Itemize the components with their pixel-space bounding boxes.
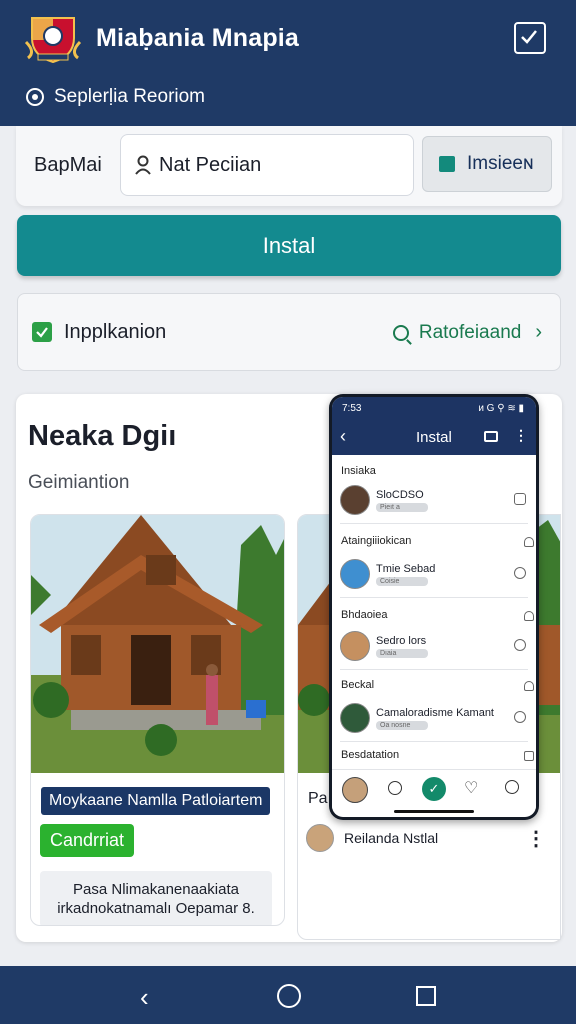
search-label: BapMai: [34, 154, 102, 176]
person-icon[interactable]: [524, 681, 534, 691]
phone-list-item[interactable]: Tmie Sebad Coisie: [340, 559, 528, 593]
back-icon[interactable]: ‹: [140, 982, 149, 1013]
status-badge: Candrriat: [40, 824, 135, 857]
option-link-label: Ratofeiaand: [418, 321, 522, 343]
place-card[interactable]: Moykaane Namlla Patloiartem Candrriat Pa…: [30, 514, 285, 926]
filter-button[interactable]: Imsieeɴ: [422, 136, 552, 192]
item-name: Sedro lors: [376, 635, 427, 647]
search-icon: [392, 324, 409, 341]
more-vert-icon[interactable]: ⋮: [514, 427, 528, 444]
avatar: [340, 559, 370, 589]
phone-section-label: Insiaka: [341, 465, 376, 477]
section-subtitle: Geimiantion: [28, 472, 130, 493]
check-square-icon[interactable]: [514, 22, 546, 54]
item-tag: Dıaia: [376, 649, 428, 658]
checkbox[interactable]: [32, 322, 52, 342]
status-icon[interactable]: [514, 639, 526, 651]
region-selector[interactable]: Seplerḷia Reoriom: [26, 86, 205, 108]
profile-avatar-icon[interactable]: [342, 777, 368, 803]
place-description: Pasa Nlimakanenaakiata irkadnokatnamalı …: [40, 871, 272, 925]
search-value: Nat Peciian: [159, 153, 262, 176]
item-tag: Oa nosne: [376, 721, 428, 730]
phone-section-label: Bhdaoiea: [341, 609, 388, 621]
phone-list-item[interactable]: Sedro lors Dıaia: [340, 631, 528, 665]
status-icon[interactable]: [514, 711, 526, 723]
person-icon[interactable]: [524, 537, 534, 547]
option-link[interactable]: Ratofeiaand ›: [392, 321, 542, 344]
status-time: 7:53: [342, 403, 362, 414]
square-icon[interactable]: [514, 493, 526, 505]
item-name: Tmie Sebad: [376, 563, 436, 575]
card2-label: Pa: [308, 790, 328, 807]
place-name: Moykaane Namlla Patloiartem: [41, 787, 271, 815]
divider: [340, 669, 528, 670]
phone-section-label: Beckal: [341, 679, 375, 691]
target-icon: [26, 88, 44, 106]
chat-icon[interactable]: [484, 431, 498, 442]
avatar: [340, 703, 370, 733]
app-title: Miaḅania Mnapia: [96, 24, 300, 52]
phone-app-bar: ‹ Instal ⋮: [332, 419, 536, 455]
search-row: BapMai Nat Peciian Imsieeɴ: [16, 126, 562, 206]
phone-list-item[interactable]: Camaloradisme Kamant Oa nosne: [340, 703, 528, 737]
region-label: Seplerḷia Reoriom: [54, 86, 206, 107]
item-name: SloCDSO: [376, 489, 424, 501]
phone-section-label: Ataingiiiokican: [341, 535, 412, 547]
item-tag: Pieıt a: [376, 503, 428, 512]
square-icon: [439, 156, 455, 172]
install-button[interactable]: Instal: [17, 215, 561, 276]
divider: [340, 523, 528, 524]
check-circle-icon[interactable]: ✓: [422, 777, 446, 801]
heart-icon[interactable]: ♡: [464, 778, 478, 798]
author-name: Reilanda Nstlal: [344, 830, 439, 846]
app-header: Miaḅania Mnapia Seplerḷia Reoriom: [0, 0, 576, 126]
divider: [340, 741, 528, 742]
status-bar: 7:53 ᴎ G ⚲ ≋ ▮: [332, 397, 536, 419]
divider: [340, 597, 528, 598]
bookmark-icon[interactable]: [524, 751, 534, 761]
home-icon[interactable]: [277, 984, 301, 1008]
phone-screen: 7:53 ᴎ G ⚲ ≋ ▮ ‹ Instal ⋮ Insiaka SloCDS…: [332, 397, 536, 817]
search-icon[interactable]: [388, 781, 402, 795]
filter-label: Imsieeɴ: [467, 153, 534, 174]
person-pin-icon: [135, 155, 151, 175]
more-vert-icon[interactable]: ⋮: [526, 826, 546, 851]
item-name: Camaloradisme Kamant: [376, 707, 494, 719]
option-label: Inpplkanion: [64, 321, 167, 343]
author-row[interactable]: Reilanda Nstlal ⋮: [306, 823, 556, 853]
section-title: Neaka Dgiı: [28, 420, 177, 452]
avatar: [306, 824, 334, 852]
avatar: [340, 631, 370, 661]
chevron-right-icon: ›: [535, 321, 542, 343]
recent-apps-icon[interactable]: [416, 986, 436, 1006]
person-icon[interactable]: [524, 611, 534, 621]
phone-title: Instal: [416, 429, 452, 446]
avatar: [340, 485, 370, 515]
phone-list-item[interactable]: SloCDSO Pieıt a: [340, 485, 528, 519]
phone-bottom-nav: ✓ ♡: [332, 769, 536, 809]
status-icon[interactable]: [514, 567, 526, 579]
home-indicator: [394, 810, 474, 813]
system-nav-bar: ‹: [0, 966, 576, 1024]
user-icon[interactable]: [505, 780, 519, 794]
status-icons: ᴎ G ⚲ ≋ ▮: [478, 403, 524, 414]
phone-section-label: Besdatation: [341, 749, 400, 761]
item-tag: Coisie: [376, 577, 428, 586]
crest-logo-icon: [24, 17, 82, 64]
option-row: Inpplkanion Ratofeiaand ›: [17, 293, 561, 371]
desc-line-2: irkadnokatnamalı Oepamar 8.: [57, 900, 255, 917]
desc-line-1: Pasa Nlimakanenaakiata: [73, 881, 239, 898]
back-arrow-icon[interactable]: ‹: [340, 426, 346, 447]
phone-preview: 7:53 ᴎ G ⚲ ≋ ▮ ‹ Instal ⋮ Insiaka SloCDS…: [329, 394, 539, 820]
search-input[interactable]: Nat Peciian: [120, 134, 414, 196]
house-photo: [31, 515, 284, 773]
